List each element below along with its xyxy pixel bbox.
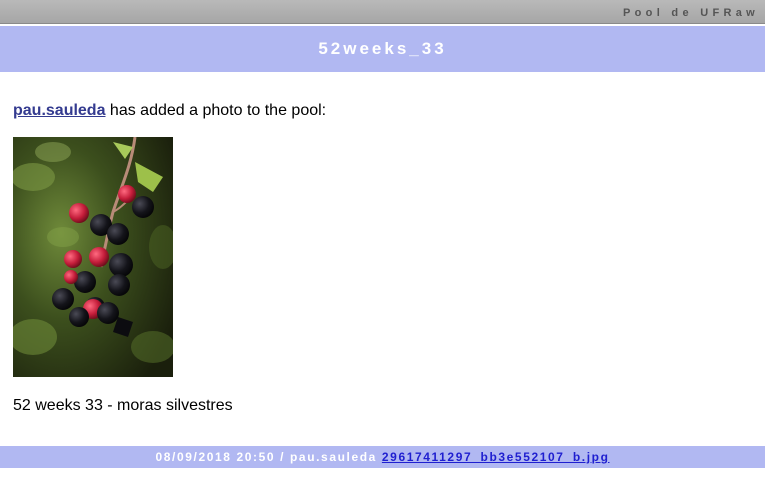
post-intro: pau.sauleda has added a photo to the poo… — [13, 102, 326, 120]
pool-name: Pool de UFRaw — [623, 7, 759, 19]
title-bar: 52weeks_33 — [0, 26, 765, 72]
user-link[interactable]: pau.sauleda — [13, 102, 105, 119]
page-title: 52weeks_33 — [318, 39, 447, 58]
photo-caption: 52 weeks 33 - moras silvestres — [13, 397, 233, 414]
footer-meta: 08/09/2018 20:50 / pau.sauleda — [155, 450, 382, 464]
post-action-text: has added a photo to the pool: — [105, 102, 327, 119]
blackberry-photo[interactable] — [13, 137, 173, 377]
footer-bar: 08/09/2018 20:50 / pau.sauleda 296174112… — [0, 446, 765, 468]
photo-file-link[interactable]: 29617411297_bb3e552107_b.jpg — [382, 450, 610, 464]
top-bar: Pool de UFRaw — [0, 0, 765, 24]
